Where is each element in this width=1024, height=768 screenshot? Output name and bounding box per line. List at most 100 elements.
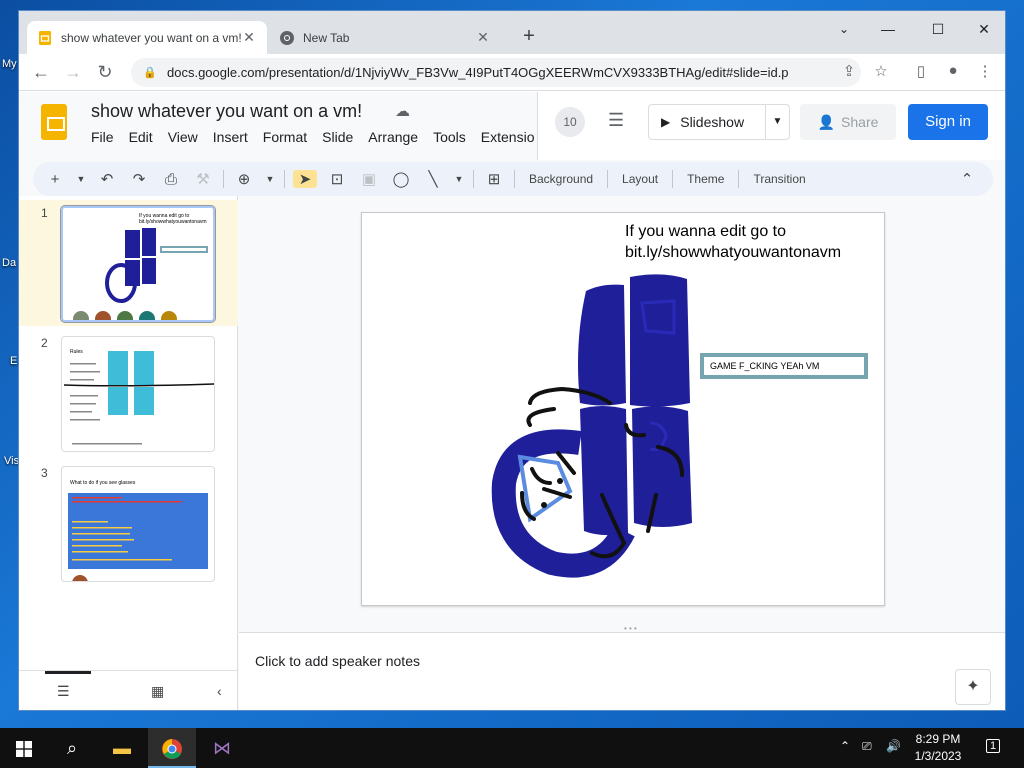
desktop-icon-label[interactable]: Da [2,257,16,269]
print-icon[interactable]: ⎙ [159,171,183,188]
chrome-window: show whatever you want on a vm! ✕ New Ta… [18,10,1006,711]
menu-edit[interactable]: Edit [129,129,153,145]
bookmark-star-icon[interactable]: ☆ [871,62,891,80]
layout-button[interactable]: Layout [622,172,658,186]
system-clock[interactable]: 8:29 PM 1/3/2023 [902,731,974,765]
toolbar-divider [738,170,740,188]
profile-avatar-icon[interactable]: ● [943,62,963,79]
share-page-icon[interactable]: ⇪ [839,62,859,80]
slides-logo-icon[interactable] [41,104,67,140]
desktop-icon-label[interactable]: Vis [4,455,19,467]
slide-number: 3 [41,466,48,480]
explore-sparkle-icon[interactable]: ✦ [955,669,991,705]
slide-thumbnail-2[interactable]: Rules [61,336,215,452]
new-tab-plus-icon[interactable]: + [517,25,541,48]
menu-tools[interactable]: Tools [433,129,466,145]
undo-icon[interactable]: ↶ [95,170,119,188]
document-title[interactable]: show whatever you want on a vm! [91,101,362,122]
desktop-icon-label[interactable]: E [10,355,17,367]
new-slide-plus-icon[interactable]: + [43,171,67,188]
slide-game-text-box[interactable]: GAME F_CKING YEAh VM [700,353,868,379]
menu-slide[interactable]: Slide [322,129,353,145]
tray-chevron-icon[interactable]: ⌃ [840,739,850,753]
line-icon[interactable]: ╲ [421,170,445,188]
tab-title: show whatever you want on a vm! [61,30,241,45]
version-history-badge[interactable]: 10 [555,107,585,137]
sign-in-button[interactable]: Sign in [908,104,988,140]
image-icon[interactable]: ▣ [357,170,381,188]
grid-view-icon[interactable]: ▦ [151,683,164,700]
drawing-graphic[interactable] [362,213,886,607]
close-window-icon[interactable]: ✕ [961,15,1005,43]
filmstrip-view-icon[interactable]: ☰ [57,683,70,700]
tab-slides[interactable]: show whatever you want on a vm! ✕ [27,21,267,54]
reload-icon[interactable]: ↻ [91,58,119,86]
toolbar-divider [223,170,224,188]
search-icon[interactable]: ⌕ [48,728,96,768]
menu-extensions[interactable]: Extensio [481,129,535,145]
maximize-icon[interactable]: ☐ [915,15,961,43]
svg-text:bit.ly/showwhatyouwantonavm: bit.ly/showwhatyouwantonavm [139,219,207,225]
desktop-icon-label[interactable]: My [2,58,17,70]
zoom-dropdown-icon[interactable]: ▼ [264,174,276,184]
visual-studio-icon[interactable]: ⋈ [198,728,246,768]
current-slide[interactable]: If you wanna edit go to bit.ly/showwhaty… [361,212,885,606]
tab-search-chevron-icon[interactable]: ⌄ [821,15,867,43]
slide-thumbnail-1[interactable]: If you wanna edit go to bit.ly/showwhaty… [60,205,216,323]
slide-thumbnail-3[interactable]: What to do if you see glasses [61,466,215,582]
close-tab-icon[interactable]: ✕ [241,29,257,46]
app-header: show whatever you want on a vm! ☁ File E… [19,92,1005,160]
slide-number: 2 [41,336,48,350]
file-explorer-icon[interactable]: ▬ [98,728,146,768]
minimize-icon[interactable]: — [865,15,911,43]
comment-add-icon[interactable]: ⊞ [482,170,506,188]
play-icon: ▶ [661,115,671,129]
chrome-taskbar-icon[interactable] [148,728,196,768]
slideshow-label: Slideshow [680,114,745,130]
line-dropdown-icon[interactable]: ▼ [453,174,465,184]
menu-file[interactable]: File [91,129,114,145]
shape-icon[interactable]: ◯ [389,170,413,188]
redo-icon[interactable]: ↷ [127,170,151,188]
side-panel-icon[interactable]: ▯ [911,62,931,80]
new-slide-dropdown-icon[interactable]: ▼ [75,174,87,184]
menu-format[interactable]: Format [263,129,307,145]
forward-arrow-icon[interactable]: → [59,58,87,86]
header-actions: 10 ☰ ▶ Slideshow ▼ 👤 Share Sign in [537,92,1005,160]
menu-view[interactable]: View [168,129,198,145]
tab-new-tab[interactable]: New Tab ✕ [269,21,501,54]
collapse-toolbar-chevron-icon[interactable]: ⌃ [955,170,979,188]
paint-format-icon[interactable]: ⚒ [191,170,215,188]
slideshow-dropdown-icon[interactable]: ▼ [765,105,789,139]
close-tab-icon[interactable]: ✕ [475,29,491,46]
transition-button[interactable]: Transition [753,172,805,186]
clock-date: 1/3/2023 [914,749,962,763]
active-view-indicator [45,671,91,674]
speaker-notes-placeholder[interactable]: Click to add speaker notes [255,653,420,669]
cloud-status-icon[interactable]: ☁ [395,102,410,120]
text-box-icon[interactable]: ⊡ [325,170,349,188]
menu-kebab-icon[interactable]: ⋮ [975,62,995,80]
volume-icon[interactable]: 🔊 [886,739,901,753]
zoom-icon[interactable]: ⊕ [232,170,256,188]
url-text: docs.google.com/presentation/d/1NjviyWv_… [167,65,789,80]
back-arrow-icon[interactable]: ← [27,58,55,86]
slides-app: show whatever you want on a vm! ☁ File E… [19,92,1005,710]
menu-arrange[interactable]: Arrange [368,129,418,145]
address-bar[interactable]: 🔒 docs.google.com/presentation/d/1NjviyW… [131,58,861,87]
background-button[interactable]: Background [529,172,593,186]
slideshow-button[interactable]: ▶ Slideshow ▼ [648,104,790,140]
lock-icon[interactable]: 🔒 [143,66,157,79]
toolbar-divider [473,170,474,188]
windows-start-icon[interactable] [0,728,48,768]
comments-icon[interactable]: ☰ [608,110,624,131]
network-icon[interactable]: ⎚ [862,739,872,754]
notification-icon[interactable]: 1 [986,739,1001,753]
speaker-notes-pane: Click to add speaker notes ✦ [239,632,1005,710]
collapse-panel-chevron-icon[interactable]: ‹ [217,683,222,699]
theme-button[interactable]: Theme [687,172,724,186]
share-button[interactable]: 👤 Share [800,104,896,140]
menu-insert[interactable]: Insert [213,129,248,145]
select-cursor-icon[interactable]: ➤ [293,170,317,188]
slide-text-box[interactable]: If you wanna edit go to bit.ly/showwhaty… [625,221,841,263]
